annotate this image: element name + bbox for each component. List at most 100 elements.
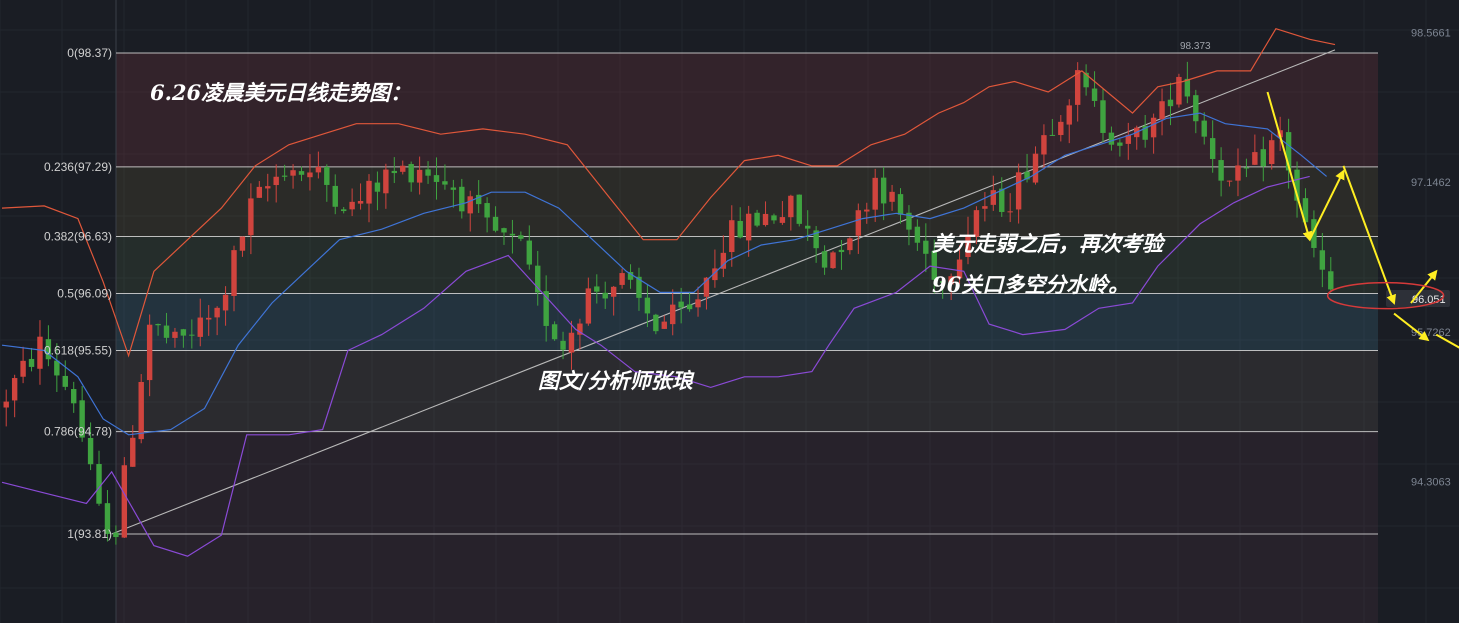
candle-body	[37, 336, 43, 369]
fib-level-label: 1(93.81)	[67, 527, 112, 541]
candle-body	[653, 314, 659, 332]
candle-body	[1243, 167, 1250, 169]
candle-body	[872, 177, 878, 210]
candle-body	[256, 186, 263, 198]
candle-body	[509, 233, 516, 236]
candle-body	[20, 360, 26, 377]
candle-body	[290, 170, 296, 176]
candle-body	[619, 273, 625, 285]
candle-body	[298, 171, 305, 175]
candle-body	[459, 186, 465, 212]
candle-body	[610, 286, 617, 297]
candle-body	[1100, 100, 1106, 133]
candle-body	[1319, 250, 1326, 270]
candle-body	[594, 286, 600, 292]
candle-body	[1193, 95, 1199, 122]
current-price-badge: 96.051	[1386, 290, 1450, 307]
candle-body	[1032, 153, 1039, 183]
fib-zone	[116, 431, 1378, 534]
fib-zone	[116, 53, 1378, 167]
fib-level-label: 0(98.37)	[67, 46, 112, 60]
candle-body	[324, 166, 330, 185]
candle-body	[222, 294, 229, 311]
candle-body	[54, 360, 60, 376]
candle-body	[231, 250, 237, 296]
candle-body	[416, 169, 423, 183]
candle-body	[830, 252, 836, 269]
candle-body	[880, 177, 887, 204]
candle-body	[999, 188, 1005, 212]
candle-body	[248, 198, 254, 236]
candle-body	[130, 437, 136, 467]
candle-body	[729, 220, 735, 253]
right-axis-tick: 98.5661	[1411, 27, 1451, 39]
candle-body	[560, 340, 566, 350]
candle-body	[96, 464, 102, 504]
candle-body	[889, 191, 895, 202]
candle-body	[1058, 121, 1064, 136]
candle-body	[273, 176, 279, 186]
candle-body	[1269, 140, 1275, 165]
usd-daily-chart: 0(98.37) 0.236(97.29) 0.382(96.63) 0.5(96.0…	[0, 0, 1459, 623]
fib-level-label: 0.618(95.55)	[44, 343, 112, 357]
candle-body	[1235, 165, 1241, 181]
candle-body	[1167, 99, 1174, 107]
candle-body	[189, 334, 195, 336]
candle-body	[163, 325, 170, 338]
fib-zone	[116, 350, 1378, 432]
candle-body	[1091, 88, 1098, 101]
candle-body	[737, 220, 743, 238]
candle-body	[408, 164, 414, 183]
candle-body	[1201, 120, 1207, 137]
candle-body	[3, 401, 9, 408]
candle-body	[1328, 271, 1334, 290]
fib-level-label: 0.236(97.29)	[44, 160, 112, 174]
right-axis-tick: 94.3063	[1411, 477, 1451, 489]
candle-body	[745, 213, 752, 241]
candle-body	[28, 358, 35, 367]
candle-body	[585, 288, 592, 324]
candle-body	[400, 165, 406, 172]
candle-body	[205, 317, 212, 320]
candle-body	[923, 240, 929, 254]
fib-zone	[116, 293, 1378, 351]
candle-body	[357, 201, 364, 204]
candle-body	[366, 180, 372, 204]
fib-zone	[116, 236, 1378, 294]
candle-body	[11, 378, 18, 401]
candle-body	[374, 182, 381, 192]
candle-body	[897, 194, 904, 215]
candle-body	[239, 236, 246, 251]
candle-body	[779, 217, 786, 223]
candle-body	[383, 169, 389, 194]
fib-level-label: 0.5(96.09)	[57, 287, 112, 301]
candle-body	[1041, 135, 1047, 155]
candle-body	[332, 185, 338, 207]
candle-body	[526, 240, 532, 265]
right-axis-tick: 95.7262	[1411, 327, 1451, 339]
author-watermark: 图文/分析师张琅	[538, 368, 696, 393]
peak-marker: 98.373	[1180, 41, 1211, 52]
candle-body	[796, 194, 802, 224]
candle-body	[1159, 101, 1165, 120]
candle-body	[433, 175, 440, 182]
candle-body	[821, 251, 828, 268]
candle-body	[113, 532, 119, 538]
candle-body	[518, 235, 524, 239]
candle-body	[340, 209, 347, 212]
candle-body	[315, 166, 322, 173]
candle-body	[1252, 152, 1258, 165]
right-axis-tick: 97.1462	[1411, 177, 1451, 189]
candle-body	[602, 292, 608, 299]
candle-body	[155, 323, 161, 326]
candle-body	[467, 196, 473, 214]
candle-body	[214, 307, 220, 318]
candle-body	[762, 213, 769, 226]
candle-body	[501, 228, 507, 233]
candle-body	[661, 321, 667, 329]
candle-body	[754, 212, 760, 226]
candle-body	[855, 210, 862, 236]
candle-body	[670, 304, 676, 325]
candle-body	[121, 465, 128, 538]
candle-body	[990, 190, 997, 205]
